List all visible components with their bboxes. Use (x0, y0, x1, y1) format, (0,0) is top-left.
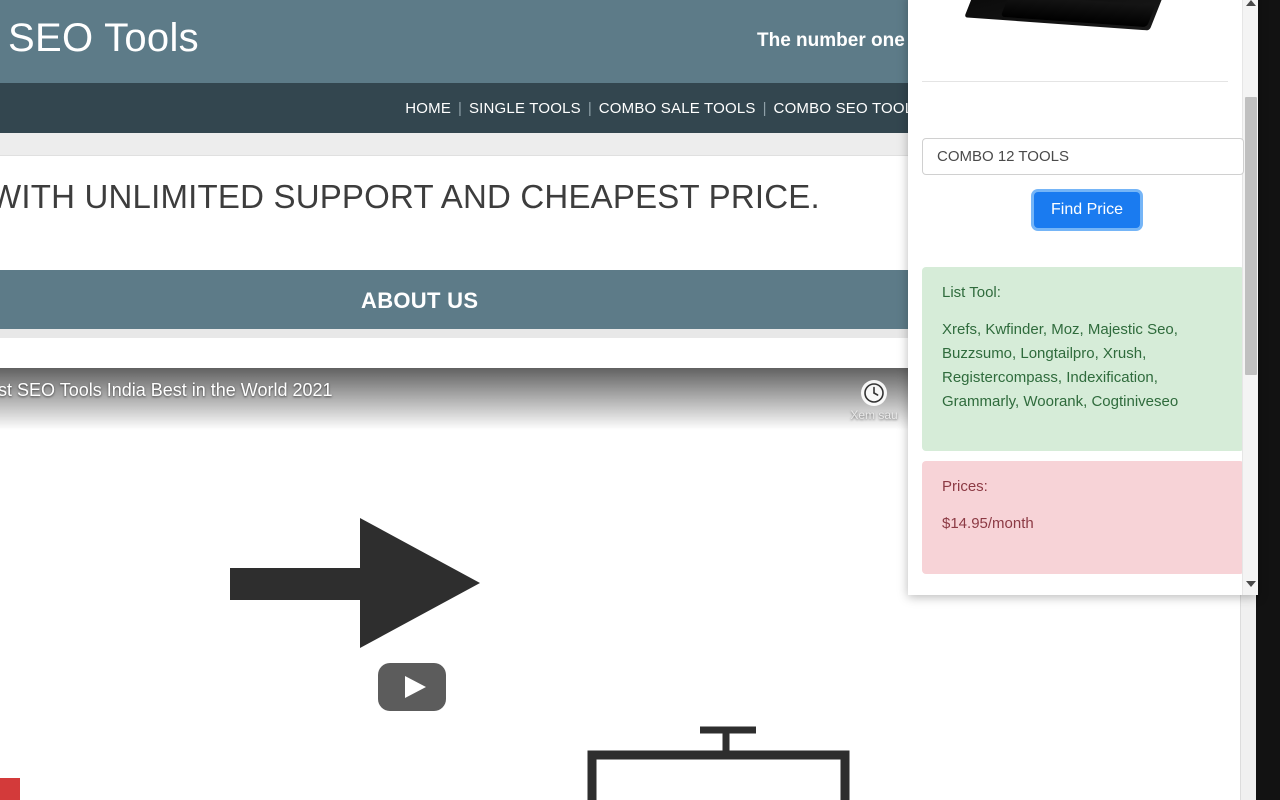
prices-heading: Prices: (942, 478, 988, 495)
scroll-up-arrow-icon[interactable] (1246, 0, 1256, 6)
nav-item-combo-seo-tools[interactable]: COMBO SEO TOOLS (767, 100, 931, 117)
popup-content: List Tool: Xrefs, Kwfinder, Moz, Majesti… (908, 0, 1242, 595)
black-box-logo (908, 0, 1242, 80)
combo-select[interactable]: COMBO 12 TOOLS (922, 138, 1244, 175)
play-triangle (405, 676, 426, 698)
find-price-button[interactable]: Find Price (1034, 192, 1141, 228)
nav-item-combo-sale-tools[interactable]: COMBO SALE TOOLS (592, 100, 763, 117)
outside-viewport-area (1256, 0, 1280, 800)
list-tool-text: Xrefs, Kwfinder, Moz, Majestic Seo, Buzz… (942, 320, 1179, 410)
clock-icon (861, 380, 887, 406)
site-logo[interactable]: SEO Tools (8, 16, 199, 61)
watch-later-button[interactable]: Xem sau (846, 380, 902, 422)
hero-headline: WITH UNLIMITED SUPPORT AND CHEAPEST PRIC… (0, 178, 820, 215)
popup-scrollbar[interactable] (1242, 0, 1258, 595)
watch-later-label: Xem sau (850, 408, 898, 422)
prices-text: $14.95/month (942, 514, 1034, 532)
site-tagline: The number one S (757, 30, 923, 51)
nav-item-home[interactable]: HOME (398, 100, 458, 117)
nav-item-single-tools[interactable]: SINGLE TOOLS (462, 100, 588, 117)
video-title[interactable]: est SEO Tools India Best in the World 20… (0, 380, 333, 401)
list-tool-heading: List Tool: (942, 284, 1001, 301)
about-us-heading: ABOUT US (361, 288, 479, 313)
price-finder-popup: List Tool: Xrefs, Kwfinder, Moz, Majesti… (908, 0, 1258, 595)
popup-divider (922, 81, 1228, 82)
scroll-down-arrow-icon[interactable] (1246, 581, 1256, 587)
play-icon[interactable] (378, 663, 446, 711)
screen: SEO Tools The number one S HOME | SINGLE… (0, 0, 1280, 800)
list-tool-card: List Tool: Xrefs, Kwfinder, Moz, Majesti… (922, 267, 1242, 451)
prices-card: Prices: $14.95/month (922, 461, 1242, 574)
scrollbar-thumb[interactable] (1245, 97, 1257, 375)
